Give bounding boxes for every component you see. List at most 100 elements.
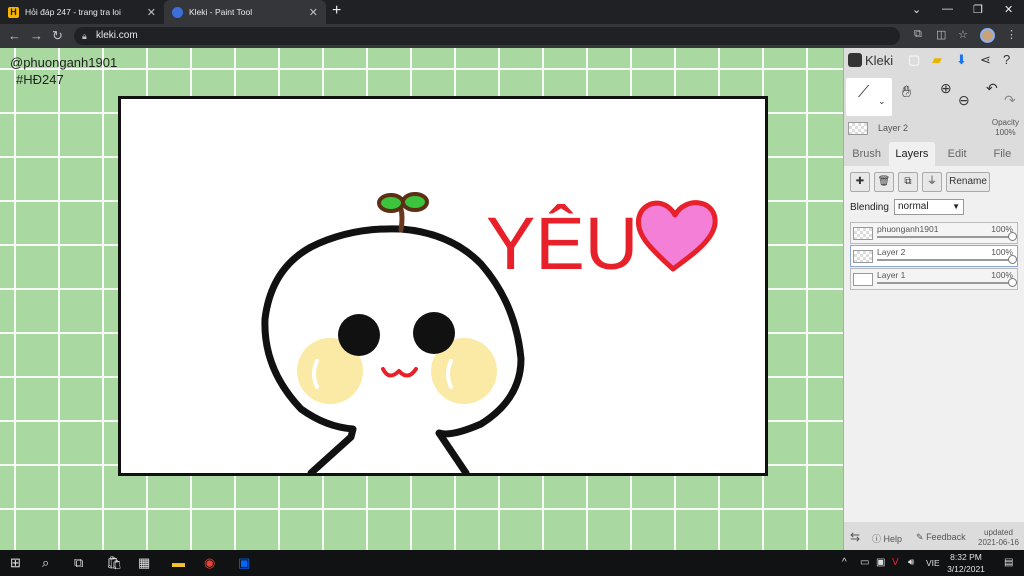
close-icon[interactable]: ✕ bbox=[309, 6, 318, 19]
extension-icon[interactable]: ◫ bbox=[936, 28, 946, 41]
forward-icon[interactable]: → bbox=[30, 28, 43, 43]
clock-time: 8:32 PM bbox=[950, 552, 982, 562]
kleki-favicon-icon bbox=[172, 6, 183, 18]
tab-hoidap247[interactable]: H Hỏi đáp 247 - trang tra loi ✕ bbox=[0, 0, 164, 24]
hand-icon[interactable]: ✋︎ bbox=[902, 84, 911, 102]
layer-thumbnail bbox=[848, 122, 868, 135]
slider-knob[interactable] bbox=[1008, 255, 1017, 264]
tab-edit[interactable]: Edit bbox=[935, 142, 980, 166]
layer-item-layer-2[interactable]: Layer 2 100% bbox=[850, 245, 1018, 267]
game-icon[interactable]: ▦ bbox=[138, 555, 150, 571]
feedback-label: Feedback bbox=[926, 532, 966, 542]
layer-opacity-slider[interactable] bbox=[877, 255, 1017, 264]
notification-icon[interactable]: ▤ bbox=[1004, 557, 1013, 568]
undo-icon[interactable]: ↶ bbox=[986, 80, 998, 97]
close-window-icon[interactable]: ✕ bbox=[1004, 3, 1013, 16]
opacity-value: 100% bbox=[995, 128, 1016, 137]
redo-icon[interactable]: ↷ bbox=[1004, 92, 1016, 109]
bookmark-star-icon[interactable]: ☆ bbox=[958, 28, 968, 41]
task-view-icon[interactable]: ⧉ bbox=[74, 555, 83, 571]
url-field[interactable]: 🔒︎ kleki.com bbox=[74, 27, 900, 45]
slider-knob[interactable] bbox=[1008, 232, 1017, 241]
canvas-workspace[interactable]: @phuonganh1901 #HĐ247 YÊU bbox=[0, 48, 843, 550]
minimize-icon[interactable]: — bbox=[942, 3, 953, 15]
maximize-icon[interactable]: ❐ bbox=[973, 3, 983, 16]
help-circle-icon[interactable]: ? bbox=[1003, 52, 1010, 67]
sprout-leaf-right bbox=[401, 192, 429, 212]
kleki-logo[interactable]: Kleki bbox=[848, 53, 893, 68]
back-icon[interactable]: ← bbox=[8, 28, 21, 43]
volume-icon[interactable]: 🔊︎ bbox=[908, 557, 914, 568]
windows-start-icon[interactable]: ⊞ bbox=[10, 555, 21, 571]
help-circle-icon: ⓘ bbox=[872, 534, 882, 544]
drawing-canvas[interactable]: YÊU bbox=[118, 96, 768, 477]
store-icon[interactable]: 🛍︎ bbox=[106, 555, 123, 571]
lock-icon: 🔒︎ bbox=[82, 31, 87, 41]
hoidap-favicon-icon: H bbox=[8, 6, 19, 18]
help-button[interactable]: ⓘ Help bbox=[872, 532, 902, 545]
add-layer-button[interactable]: ✚ bbox=[850, 172, 870, 192]
rename-button[interactable]: Rename bbox=[946, 172, 990, 192]
duplicate-layer-icon[interactable]: ⧉ bbox=[898, 172, 918, 192]
chrome-icon[interactable]: ◉ bbox=[204, 555, 215, 571]
layer-item-phuonganh1901[interactable]: phuonganh1901 100% bbox=[850, 222, 1018, 244]
new-image-icon[interactable]: ▢ bbox=[908, 52, 920, 68]
clock[interactable]: 8:32 PM 3/12/2021 bbox=[940, 551, 992, 575]
feedback-icon: ✎ bbox=[916, 532, 924, 542]
layer-opacity-slider[interactable] bbox=[877, 278, 1017, 287]
tab-file[interactable]: File bbox=[980, 142, 1024, 166]
open-folder-icon[interactable]: ▰ bbox=[932, 52, 942, 68]
download-icon[interactable]: ⬇ bbox=[956, 52, 967, 68]
menu-dots-icon[interactable]: ⋮ bbox=[1006, 28, 1017, 41]
network-icon[interactable]: ▭ bbox=[860, 557, 869, 568]
tab-search-icon[interactable]: ⌄ bbox=[912, 3, 921, 16]
layer-name: Layer 2 bbox=[877, 247, 906, 257]
watermark: @phuonganh1901 #HĐ247 bbox=[10, 54, 117, 88]
tab-title: Kleki - Paint Tool bbox=[189, 7, 253, 17]
kleki-side-panel: Kleki ▢ ▰ ⬇ ⋖ ? ⟋ ⌄ ✋︎ ⊕ ⊖ ↶ ↷ Layer 2 O… bbox=[843, 48, 1024, 550]
search-icon[interactable]: ⌕ bbox=[42, 555, 49, 571]
layer-item-layer-1[interactable]: Layer 1 100% bbox=[850, 268, 1018, 290]
close-icon[interactable]: ✕ bbox=[147, 6, 156, 19]
panel-header: Kleki ▢ ▰ ⬇ ⋖ ? bbox=[844, 48, 1024, 72]
merge-layer-icon[interactable]: ⏚ bbox=[922, 172, 942, 192]
blending-label: Blending bbox=[850, 202, 889, 213]
tray-chevron-icon[interactable]: ^ bbox=[842, 557, 847, 568]
language-indicator[interactable]: VIE bbox=[926, 558, 940, 568]
eye-right bbox=[413, 312, 455, 354]
tray-v-icon[interactable]: V bbox=[892, 557, 899, 568]
zoom-out-icon[interactable]: ⊖ bbox=[958, 92, 970, 109]
share-icon[interactable]: ⋖ bbox=[980, 52, 991, 68]
brush-tool-button[interactable]: ⟋ ⌄ bbox=[846, 78, 892, 116]
new-tab-button[interactable]: + bbox=[332, 2, 341, 20]
blending-select[interactable]: normal ▼ bbox=[894, 199, 964, 215]
zoom-in-icon[interactable]: ⊕ bbox=[940, 80, 952, 97]
layer-thumbnail bbox=[853, 227, 873, 240]
slider-knob[interactable] bbox=[1008, 278, 1017, 287]
reload-icon[interactable]: ↻ bbox=[52, 28, 63, 44]
layer-opacity-slider[interactable] bbox=[877, 232, 1017, 241]
layer-name: Layer 1 bbox=[877, 270, 906, 280]
layer-thumbnail bbox=[853, 273, 873, 286]
panel-tabs: Brush Layers Edit File bbox=[844, 142, 1024, 166]
file-explorer-icon[interactable]: ▬ bbox=[172, 555, 185, 570]
tab-layers[interactable]: Layers bbox=[889, 142, 935, 166]
tab-title: Hỏi đáp 247 - trang tra loi bbox=[25, 7, 121, 17]
feedback-button[interactable]: ✎ Feedback bbox=[916, 532, 966, 543]
zalo-icon[interactable]: ▣ bbox=[238, 555, 250, 571]
swap-sides-icon[interactable]: ⇆ bbox=[850, 530, 860, 544]
current-layer-name: Layer 2 bbox=[878, 123, 909, 133]
tab-kleki[interactable]: Kleki - Paint Tool ✕ bbox=[164, 0, 326, 24]
chevron-down-icon: ⌄ bbox=[878, 96, 886, 106]
layer-name: phuonganh1901 bbox=[877, 224, 939, 234]
heart-icon bbox=[635, 200, 718, 272]
tray-app-icon[interactable]: ▣ bbox=[876, 557, 885, 568]
profile-avatar[interactable] bbox=[980, 28, 995, 43]
delete-layer-icon[interactable]: 🗑︎ bbox=[874, 172, 894, 192]
drawing-text: YÊU bbox=[486, 202, 638, 285]
tab-brush[interactable]: Brush bbox=[844, 142, 889, 166]
sprout-leaf-left bbox=[377, 193, 405, 213]
translate-icon[interactable]: ⧉ bbox=[914, 28, 922, 41]
updated-info[interactable]: updated 2021-06-16 bbox=[978, 528, 1019, 548]
browser-tab-bar: H Hỏi đáp 247 - trang tra loi ✕ Kleki - … bbox=[0, 0, 1024, 24]
